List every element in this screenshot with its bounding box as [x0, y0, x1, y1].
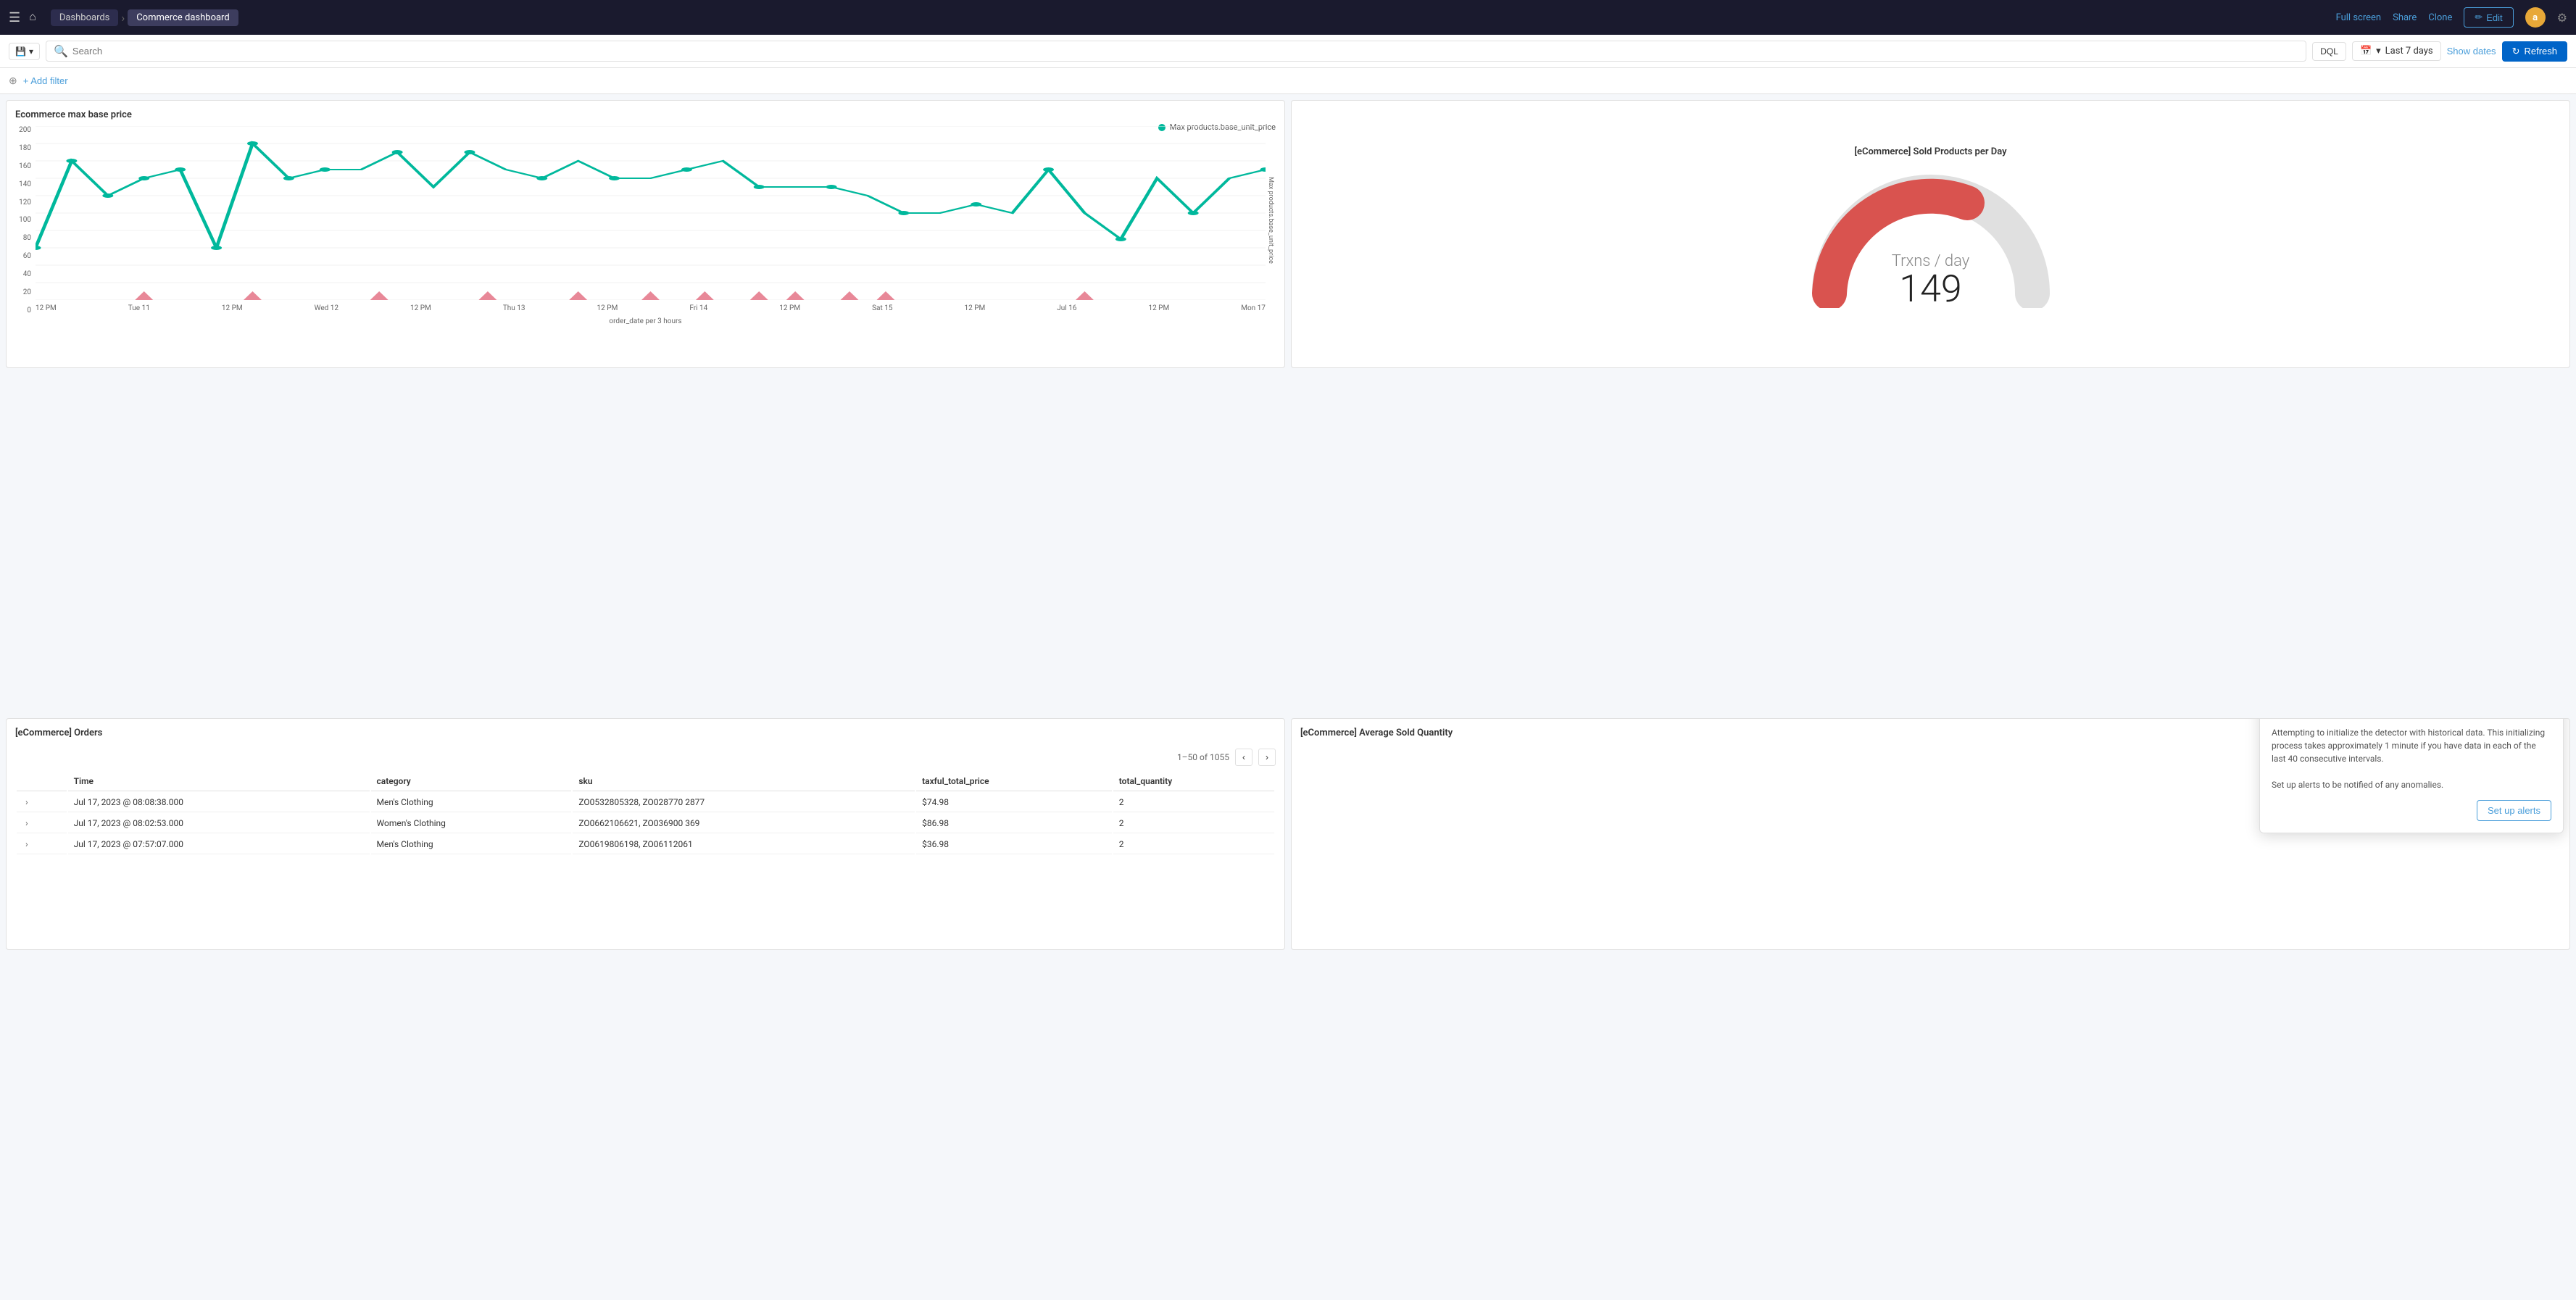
breadcrumb: Dashboards › Commerce dashboard [51, 9, 2327, 26]
table-row: › Jul 17, 2023 @ 07:57:07.000 Men's Clot… [17, 835, 1274, 854]
row-sku: ZO0532805328, ZO028770 2877 [573, 793, 915, 812]
search-icon: 🔍 [54, 44, 68, 58]
clone-link[interactable]: Clone [2428, 12, 2452, 23]
row-category: Men's Clothing [371, 835, 572, 854]
share-link[interactable]: Share [2393, 12, 2417, 23]
y-axis-title-container: Max products.base_unit_price [1266, 126, 1276, 314]
refresh-button[interactable]: ↻ Refresh [2502, 41, 2567, 62]
add-filter-button[interactable]: + Add filter [23, 75, 68, 86]
search-bar: 💾 ▾ 🔍 DQL 📅 ▾ Last 7 days Show dates ↻ R… [0, 35, 2576, 68]
settings-icon[interactable]: ⚙ [2557, 11, 2567, 25]
x-axis-title: order_date per 3 hours [15, 317, 1276, 325]
row-price: $36.98 [916, 835, 1112, 854]
saved-query-button[interactable]: 💾 ▾ [9, 43, 40, 60]
sold-products-panel: [eCommerce] Sold Products per Day Trxns … [1291, 100, 2570, 368]
breadcrumb-separator: › [121, 11, 125, 25]
chevron-down-icon: ▾ [2376, 46, 2381, 57]
menu-button[interactable]: ☰ [9, 10, 20, 25]
breadcrumb-commerce[interactable]: Commerce dashboard [128, 9, 238, 26]
notification-popup: ✓ The Ecommerce_max_base_price_anomaly_d… [2259, 718, 2564, 833]
date-range-selector[interactable]: 📅 ▾ Last 7 days [2352, 41, 2441, 61]
y-axis: 200 180 160 140 120 100 80 60 40 20 0 [15, 126, 36, 314]
search-input[interactable] [72, 46, 2298, 57]
line-chart-svg [36, 126, 1266, 300]
avatar[interactable]: a [2525, 7, 2546, 28]
row-category: Men's Clothing [371, 793, 572, 812]
table-header-row: Time category sku taxful_total_price tot… [17, 772, 1274, 791]
row-sku: ZO0619806198, ZO06112061 [573, 835, 915, 854]
save-icon: 💾 [15, 46, 26, 57]
col-sku: sku [573, 772, 915, 791]
row-expand-button[interactable]: › [22, 797, 31, 807]
row-time: Jul 17, 2023 @ 08:02:53.000 [68, 814, 370, 833]
notification-title: The Ecommerce_max_base_price_anomaly_det… [2286, 718, 2540, 719]
table-row: › Jul 17, 2023 @ 08:08:38.000 Men's Clot… [17, 793, 1274, 812]
row-quantity: 2 [1113, 814, 1274, 833]
col-expand [17, 772, 67, 791]
gauge-value-container: Trxns / day 149 [1892, 252, 1970, 308]
col-price: taxful_total_price [916, 772, 1112, 791]
sold-products-title: [eCommerce] Sold Products per Day [1854, 146, 2006, 157]
search-input-wrap: 🔍 [46, 41, 2306, 62]
row-quantity: 2 [1113, 835, 1274, 854]
row-expand-button[interactable]: › [22, 839, 31, 849]
table-row: › Jul 17, 2023 @ 08:02:53.000 Women's Cl… [17, 814, 1274, 833]
breadcrumb-dashboards[interactable]: Dashboards [51, 9, 119, 26]
row-price: $86.98 [916, 814, 1112, 833]
home-icon: ⌂ [29, 11, 36, 23]
orders-title: [eCommerce] Orders [15, 728, 1276, 738]
ecommerce-price-title: Ecommerce max base price [15, 109, 1276, 120]
row-time: Jul 17, 2023 @ 07:57:07.000 [68, 835, 370, 854]
edit-pencil-icon: ✏ [2475, 12, 2482, 23]
home-button[interactable]: ⌂ [29, 11, 36, 24]
refresh-icon: ↻ [2512, 46, 2520, 57]
filter-options-icon[interactable]: ⊕ [9, 75, 17, 87]
full-screen-link[interactable]: Full screen [2336, 12, 2382, 23]
row-sku: ZO0662106621, ZO036900 369 [573, 814, 915, 833]
pagination: 1–50 of 1055 ‹ › [15, 744, 1276, 770]
chevron-down-icon: ▾ [29, 46, 33, 57]
filter-bar: ⊕ + Add filter [0, 68, 2576, 94]
menu-icon: ☰ [9, 10, 20, 25]
row-expand-button[interactable]: › [22, 818, 31, 828]
notification-footer: Set up alerts [2272, 800, 2551, 821]
gauge-container: Trxns / day 149 [1808, 163, 2054, 322]
x-axis-labels: 12 PM Tue 11 12 PM Wed 12 12 PM Thu 13 1… [36, 304, 1266, 312]
dql-button[interactable]: DQL [2312, 42, 2346, 61]
chart-area: 200 180 160 140 120 100 80 60 40 20 0 [15, 126, 1276, 314]
prev-page-button[interactable]: ‹ [1235, 749, 1252, 766]
row-time: Jul 17, 2023 @ 08:08:38.000 [68, 793, 370, 812]
orders-table: Time category sku taxful_total_price tot… [15, 770, 1276, 856]
col-category: category [371, 772, 572, 791]
row-category: Women's Clothing [371, 814, 572, 833]
show-dates-button[interactable]: Show dates [2447, 46, 2496, 57]
calendar-icon: 📅 [2360, 46, 2372, 57]
col-quantity: total_quantity [1113, 772, 1274, 791]
gauge-number: 149 [1892, 270, 1970, 308]
orders-panel: [eCommerce] Orders 1–50 of 1055 ‹ › Time… [6, 718, 1285, 950]
top-nav: ☰ ⌂ Dashboards › Commerce dashboard Full… [0, 0, 2576, 35]
nav-right-actions: Full screen Share Clone ✏ Edit a ⚙ [2336, 7, 2567, 28]
notification-body: Attempting to initialize the detector wi… [2272, 726, 2551, 791]
chart-svg-container: 12 PM Tue 11 12 PM Wed 12 12 PM Thu 13 1… [36, 126, 1266, 314]
avg-quantity-panel: [eCommerce] Average Sold Quantity ✓ The … [1291, 718, 2570, 950]
row-price: $74.98 [916, 793, 1112, 812]
setup-alerts-button[interactable]: Set up alerts [2477, 800, 2551, 821]
edit-button[interactable]: ✏ Edit [2464, 7, 2513, 28]
pagination-info: 1–50 of 1055 [1177, 752, 1229, 762]
col-time[interactable]: Time [68, 772, 370, 791]
y-axis-title: Max products.base_unit_price [1267, 177, 1274, 264]
dashboard-grid: Ecommerce max base price Max products.ba… [0, 94, 2576, 1300]
next-page-button[interactable]: › [1258, 749, 1276, 766]
ecommerce-price-panel: Ecommerce max base price Max products.ba… [6, 100, 1285, 368]
notification-header: ✓ The Ecommerce_max_base_price_anomaly_d… [2272, 718, 2551, 719]
row-quantity: 2 [1113, 793, 1274, 812]
